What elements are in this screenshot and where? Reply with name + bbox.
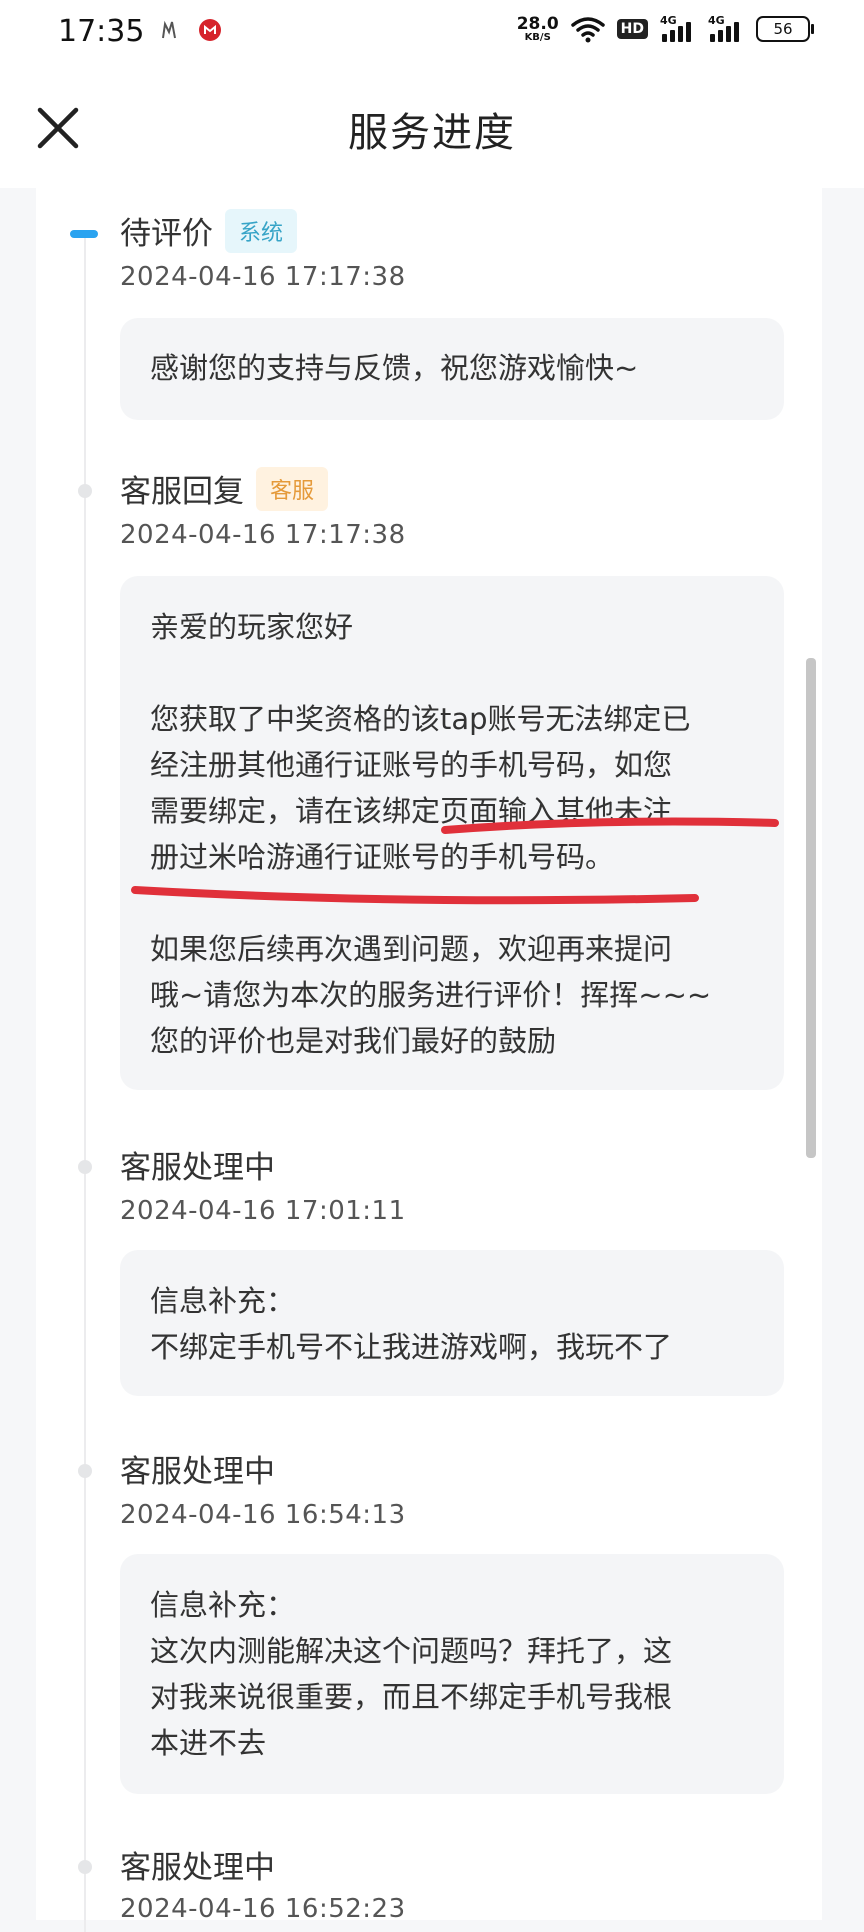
timeline-entry-title: 待评价 系统 — [120, 208, 298, 253]
entry-status-label: 客服处理中 — [120, 1850, 275, 1886]
message-line: 册过米哈游通行证账号的手机号码。 — [150, 840, 615, 874]
network-speed-unit: KB/S — [524, 31, 551, 43]
service-progress-timeline[interactable]: 待评价 系统 2024-04-16 17:17:38 感谢您的支持与反馈，祝您游… — [36, 188, 822, 1932]
timeline-entry-title: 客服处理中 — [120, 1842, 275, 1887]
entry-message-box: 感谢您的支持与反馈，祝您游戏愉快~ — [120, 318, 784, 420]
battery-level: 56 — [773, 20, 793, 38]
timeline-node — [78, 484, 92, 498]
network-speed: 28.0 KB/S — [516, 13, 559, 43]
message-line: 本进不去 — [150, 1726, 267, 1760]
entry-timestamp: 2024-04-16 17:17:38 — [120, 520, 406, 550]
entry-status-label: 客服回复 — [120, 474, 244, 510]
signal-icon-1: 4G — [660, 14, 696, 44]
message-line: 哦~请您为本次的服务进行评价！挥挥~~~ — [150, 978, 712, 1012]
message-line: 需要绑定，请在该绑定页面输入其他未注 — [150, 794, 673, 828]
message-line: 如果您后续再次遇到问题，欢迎再来提问 — [150, 932, 673, 966]
message-line: 经注册其他通行证账号的手机号码，如您 — [150, 748, 673, 782]
timeline-node — [78, 1160, 92, 1174]
page-header: 服务进度 — [0, 66, 864, 188]
bank-notification-icon — [199, 19, 221, 41]
system-tag-badge: 系统 — [225, 208, 298, 253]
entry-timestamp: 2024-04-16 17:01:11 — [120, 1196, 406, 1226]
message-line: 这次内测能解决这个问题吗？拜托了，这 — [150, 1634, 673, 1668]
entry-status-label: 待评价 — [120, 216, 213, 252]
timeline-current-node — [70, 230, 98, 238]
message-line: 感谢您的支持与反馈，祝您游戏愉快~ — [150, 351, 639, 385]
timeline-node — [78, 1860, 92, 1874]
entry-message-box: 信息补充： 不绑定手机号不让我进游戏啊，我玩不了 — [120, 1250, 784, 1396]
wifi-icon — [570, 17, 605, 43]
message-line: 信息补充： — [150, 1588, 296, 1622]
entry-timestamp: 2024-04-16 17:17:38 — [120, 262, 406, 292]
page-title: 服务进度 — [348, 110, 516, 156]
message-line: 对我来说很重要，而且不绑定手机号我根 — [150, 1680, 673, 1714]
timeline-entry-title: 客服处理中 — [120, 1142, 275, 1187]
entry-message-box: 信息补充： 这次内测能解决这个问题吗？拜托了，这 对我来说很重要，而且不绑定手机… — [120, 1554, 784, 1794]
entry-status-label: 客服处理中 — [120, 1454, 275, 1490]
timeline-entry-title: 客服回复 客服 — [120, 466, 329, 511]
message-line: 您的评价也是对我们最好的鼓励 — [150, 1024, 557, 1058]
status-bar: 17:35 28.0 KB/S HD 4G 4G 56 — [0, 0, 864, 66]
cs-tag-badge: 客服 — [256, 466, 329, 511]
status-icons: 28.0 KB/S HD 4G 4G 56 — [516, 13, 814, 44]
app-notification-icon — [162, 20, 176, 39]
entry-status-label: 客服处理中 — [120, 1150, 275, 1186]
battery-icon: 56 — [756, 16, 814, 42]
message-line: 信息补充： — [150, 1284, 296, 1318]
signal-icon-2: 4G — [708, 14, 744, 44]
entry-timestamp: 2024-04-16 16:54:13 — [120, 1500, 406, 1530]
message-line: 您获取了中奖资格的该tap账号无法绑定已 — [150, 702, 691, 736]
entry-message-box: 亲爱的玩家您好 您获取了中奖资格的该tap账号无法绑定已 经注册其他通行证账号的… — [120, 576, 784, 1090]
greeting-line: 亲爱的玩家您好 — [150, 610, 354, 644]
scrollbar[interactable] — [806, 658, 816, 1158]
timeline-entry-title: 客服处理中 — [120, 1446, 275, 1491]
message-line: 不绑定手机号不让我进游戏啊，我玩不了 — [150, 1330, 673, 1364]
timeline-node — [78, 1464, 92, 1478]
network-speed-value: 28.0 — [516, 13, 559, 34]
status-time: 17:35 — [58, 14, 145, 49]
hd-voice-badge: HD — [616, 19, 648, 39]
